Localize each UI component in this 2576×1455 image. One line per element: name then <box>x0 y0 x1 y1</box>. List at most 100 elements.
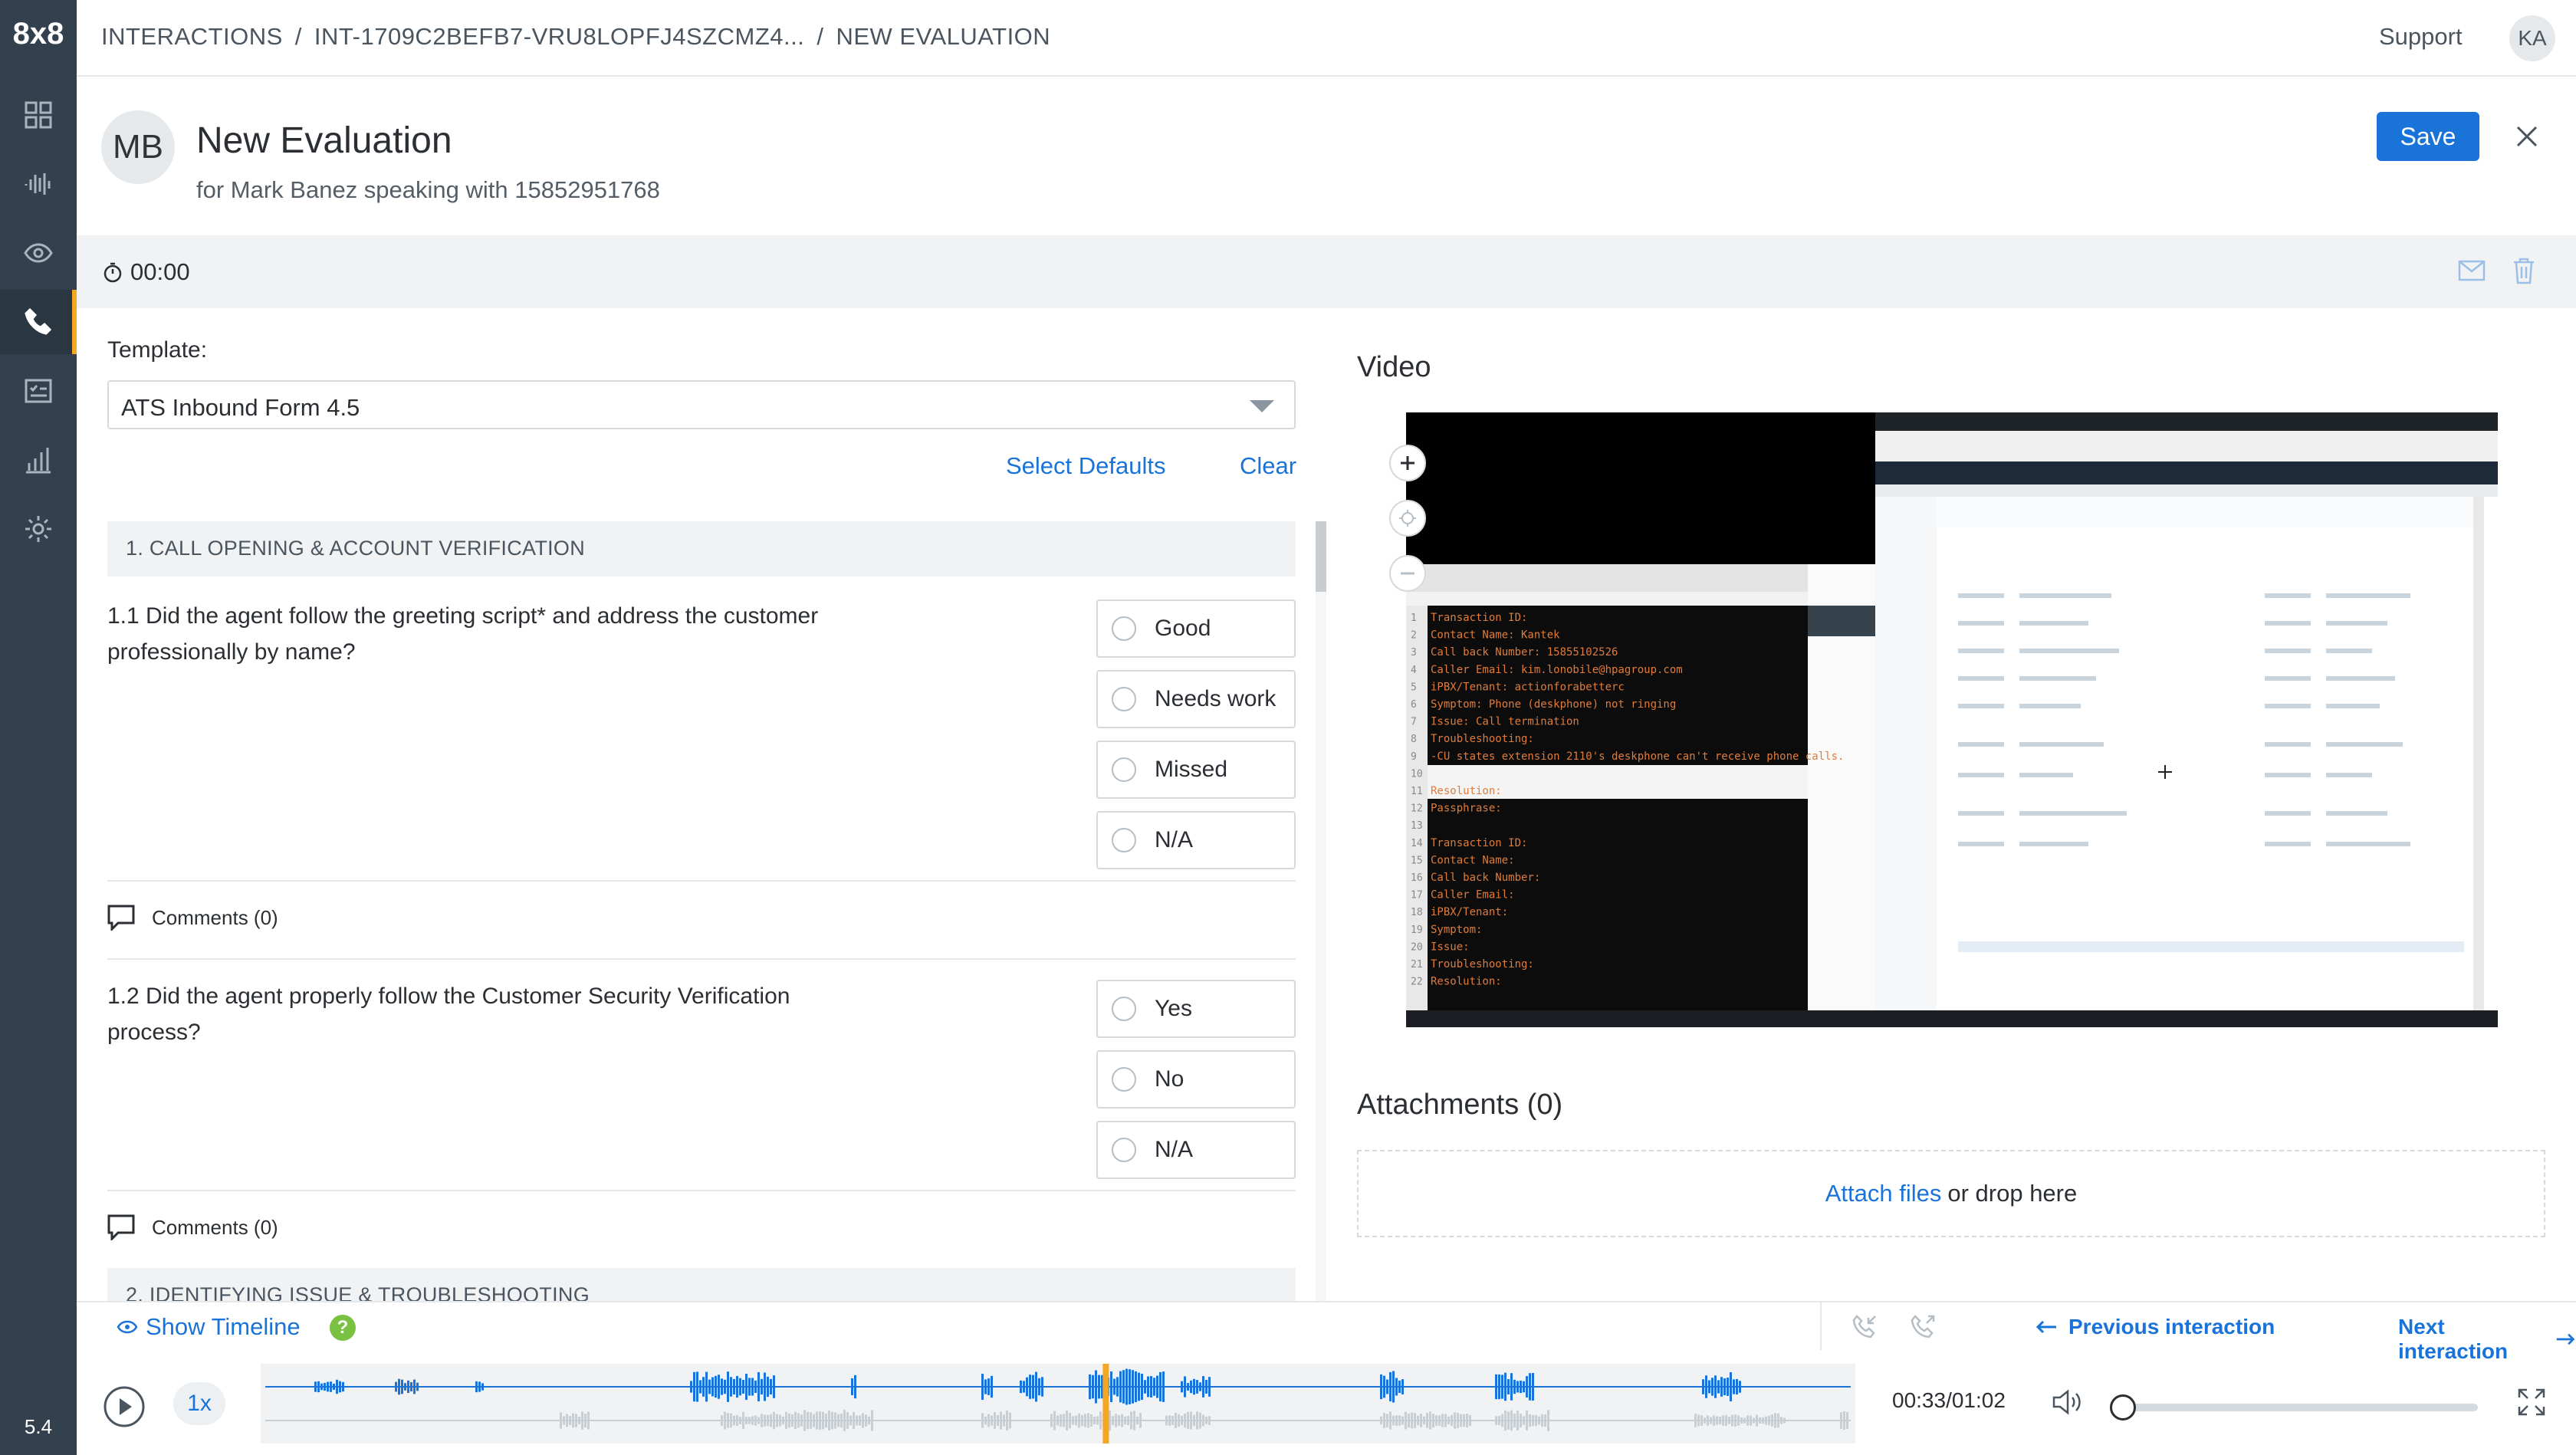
sidebar-item-reports[interactable] <box>0 428 77 492</box>
help-icon[interactable]: ? <box>330 1315 356 1341</box>
breadcrumb-current: NEW EVALUATION <box>836 23 1051 50</box>
waveform-bar-customer <box>1725 1414 1727 1427</box>
option-label: N/A <box>1155 827 1194 852</box>
attachments-title: Attachments (0) <box>1357 1089 1563 1121</box>
waveform-bar-customer <box>1777 1413 1779 1428</box>
sidebar-item-settings[interactable] <box>0 497 77 561</box>
waveform-bar-agent <box>1205 1379 1208 1394</box>
editor-line-number: 20 <box>1411 941 1423 953</box>
waveform-bar-customer <box>1075 1415 1077 1426</box>
waveform-bar-agent <box>1398 1380 1401 1394</box>
show-timeline-toggle[interactable]: Show Timeline <box>117 1313 301 1341</box>
play-button[interactable] <box>103 1385 146 1428</box>
save-button[interactable]: Save <box>2377 112 2479 161</box>
editor-line-number: 16 <box>1411 872 1423 884</box>
playback-speed-button[interactable]: 1x <box>173 1382 225 1425</box>
waveform-bar-customer <box>1087 1413 1089 1428</box>
plus-icon <box>1401 456 1414 470</box>
close-icon[interactable] <box>2513 123 2541 150</box>
waveform-bar-agent <box>1501 1375 1503 1399</box>
sidebar-item-monitor[interactable] <box>0 221 77 285</box>
zoom-in-button[interactable] <box>1389 445 1426 481</box>
waveform-bar-agent <box>1739 1381 1741 1393</box>
editor-line-number: 13 <box>1411 820 1423 832</box>
waveform-bar-customer <box>1707 1415 1709 1426</box>
audio-waveform[interactable] <box>261 1364 1855 1444</box>
waveform-bar-customer <box>856 1415 858 1426</box>
waveform-bar-customer <box>1544 1414 1546 1427</box>
waveform-bar-agent <box>1089 1374 1091 1400</box>
waveform-bar-agent <box>736 1375 738 1398</box>
breadcrumb-interactions[interactable]: INTERACTIONS <box>101 23 283 51</box>
mail-icon[interactable] <box>2458 260 2486 281</box>
waveform-bar-customer <box>868 1416 870 1425</box>
waveform-bar-customer <box>1130 1411 1132 1430</box>
waveform-bar-customer <box>1417 1415 1419 1426</box>
waveform-bar-customer <box>1392 1415 1395 1426</box>
waveform-bar-customer <box>1066 1410 1068 1431</box>
waveform-bar-customer <box>767 1414 769 1427</box>
option-yes[interactable]: Yes <box>1096 980 1296 1038</box>
waveform-bar-customer <box>1423 1416 1425 1425</box>
breadcrumb-interaction-id[interactable]: INT-1709C2BEFB7-VRU8LOPFJ4SZCMZ4... <box>314 23 804 51</box>
waveform-bar-customer <box>788 1413 790 1428</box>
sidebar-item-interactions[interactable] <box>0 290 77 354</box>
waveform-bar-customer <box>1783 1417 1786 1424</box>
option-missed[interactable]: Missed <box>1096 741 1296 799</box>
volume-slider-handle[interactable] <box>2110 1394 2136 1421</box>
waveform-bar-agent <box>1380 1374 1382 1400</box>
sidebar-item-evaluations[interactable] <box>0 359 77 423</box>
waveform-bar-agent <box>1199 1382 1201 1391</box>
waveform-bar-agent <box>398 1378 400 1395</box>
clear-link[interactable]: Clear <box>1240 452 1296 480</box>
waveform-bar-customer <box>569 1416 571 1425</box>
attachment-dropzone[interactable]: Attach files or drop here <box>1357 1150 2545 1237</box>
waveform-bar-customer <box>1529 1414 1531 1427</box>
waveform-bar-customer <box>1716 1416 1718 1425</box>
trash-icon[interactable] <box>2512 257 2536 284</box>
waveform-bar-customer <box>831 1411 833 1430</box>
next-interaction-link[interactable]: Next interaction <box>2398 1315 2576 1364</box>
volume-icon[interactable] <box>2052 1388 2082 1416</box>
waveform-bar-agent <box>333 1383 335 1391</box>
editor-line: Caller Email: <box>1431 889 1515 902</box>
attach-files-link[interactable]: Attach files <box>1825 1180 1942 1207</box>
waveform-bar-agent <box>1193 1378 1195 1395</box>
fit-screen-icon[interactable] <box>2516 1387 2547 1417</box>
stopwatch-icon <box>104 262 122 283</box>
select-defaults-link[interactable]: Select Defaults <box>1006 452 1166 480</box>
user-avatar[interactable]: KA <box>2509 15 2555 61</box>
waveform-bar-customer <box>1444 1414 1447 1427</box>
sidebar-item-dashboard[interactable] <box>0 83 77 147</box>
recenter-button[interactable] <box>1389 500 1426 537</box>
support-link[interactable]: Support <box>2379 23 2463 51</box>
comments-toggle[interactable]: Comments (0) <box>107 1214 278 1240</box>
editor-line-number: 11 <box>1411 786 1423 797</box>
waveform-bar-customer <box>862 1413 864 1428</box>
video-player[interactable]: 1 Transaction ID: 2 Contact Name: Kantek 3 Ca… <box>1406 412 2498 1027</box>
radio-icon <box>1112 1138 1136 1162</box>
waveform-bar-customer <box>1454 1412 1456 1429</box>
volume-slider[interactable] <box>2111 1404 2478 1411</box>
waveform-bar-customer <box>1771 1414 1773 1427</box>
waveform-bar-customer <box>770 1414 772 1427</box>
template-select[interactable]: ATS Inbound Form 4.5 <box>107 380 1296 429</box>
form-scrollbar-thumb[interactable] <box>1316 521 1326 592</box>
template-select-value: ATS Inbound Form 4.5 <box>121 394 360 421</box>
comments-toggle[interactable]: Comments (0) <box>107 905 278 931</box>
waveform-bar-agent <box>715 1375 717 1398</box>
radio-icon <box>1112 616 1136 641</box>
sidebar-item-speech[interactable] <box>0 152 77 216</box>
form-scrollbar[interactable] <box>1316 521 1326 1303</box>
waveform-bar-agent <box>1705 1375 1707 1398</box>
zoom-out-button[interactable] <box>1389 555 1426 592</box>
option-na[interactable]: N/A <box>1096 1121 1296 1179</box>
option-na[interactable]: N/A <box>1096 811 1296 869</box>
previous-interaction-link[interactable]: Previous interaction <box>2035 1315 2275 1339</box>
option-good[interactable]: Good <box>1096 599 1296 658</box>
option-needs-work[interactable]: Needs work <box>1096 670 1296 728</box>
option-no[interactable]: No <box>1096 1050 1296 1108</box>
waveform-bar-customer <box>1181 1416 1183 1425</box>
waveform-bar-agent <box>1098 1375 1100 1399</box>
waveform-bar-customer <box>1136 1416 1138 1425</box>
